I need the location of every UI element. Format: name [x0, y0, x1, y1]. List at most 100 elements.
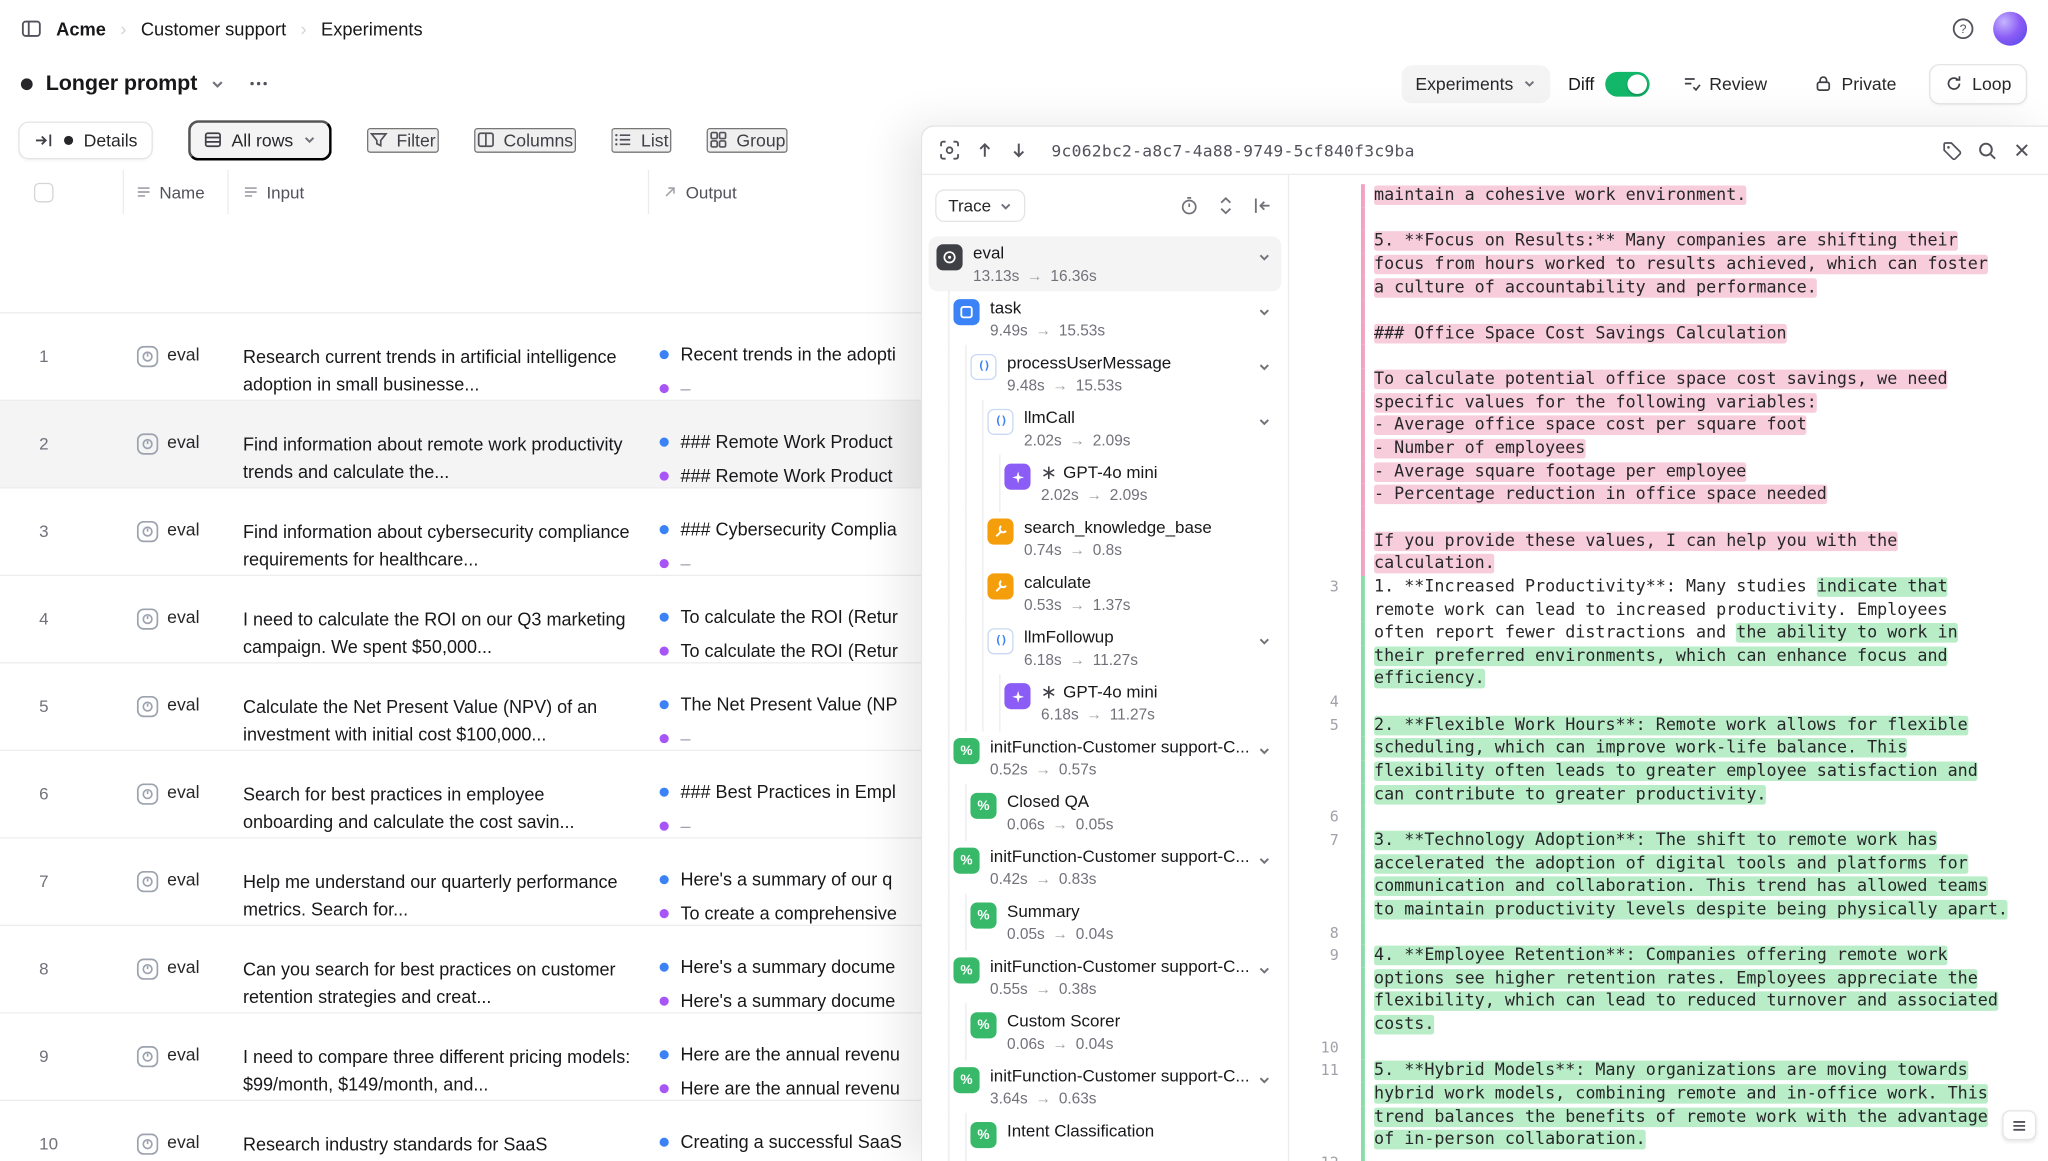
trace-row[interactable]: GPT-4o mini6.18s→11.27s: [929, 675, 1282, 730]
diff-segment: calculation.: [1374, 554, 1495, 574]
diff-line-number: [1289, 299, 1346, 322]
search-icon[interactable]: [1977, 140, 1997, 160]
collapse-tree-icon[interactable]: [1253, 196, 1273, 216]
loop-button[interactable]: Loop: [1929, 63, 2027, 103]
focus-trace-icon[interactable]: [939, 140, 960, 161]
diff-text: can contribute to greater productivity.: [1374, 783, 1766, 806]
previous-row-icon[interactable]: [976, 141, 994, 159]
details-button[interactable]: Details: [18, 121, 153, 159]
trace-row[interactable]: %Summary0.05s→0.04s: [929, 895, 1282, 950]
diff-change-bar: [1361, 507, 1365, 530]
breadcrumb-item-project[interactable]: Customer support: [141, 18, 286, 39]
review-label: Review: [1709, 74, 1767, 94]
view-select[interactable]: Experiments: [1401, 65, 1550, 103]
trace-row[interactable]: ()llmFollowup6.18s→11.27s: [929, 620, 1282, 675]
trace-row[interactable]: calculate0.53s→1.37s: [929, 566, 1282, 621]
trace-row[interactable]: ()llmCall2.02s→2.09s: [929, 401, 1282, 456]
input-column-header[interactable]: Input: [229, 170, 650, 214]
all-rows-select[interactable]: All rows: [188, 120, 331, 160]
tag-icon[interactable]: [1942, 140, 1962, 160]
trace-row[interactable]: %Closed QA0.06s→0.05s: [929, 785, 1282, 840]
breadcrumb-item-workspace[interactable]: Acme: [56, 18, 106, 39]
tree-indent-guide: [953, 572, 970, 614]
trace-row[interactable]: %initFunction-Customer support-C...0.42s…: [929, 840, 1282, 895]
columns-button[interactable]: Columns: [474, 127, 576, 152]
next-row-icon[interactable]: [1010, 141, 1028, 159]
filter-button[interactable]: Filter: [366, 127, 438, 152]
name-column-header[interactable]: Name: [124, 170, 228, 214]
diff-line-number: [1289, 760, 1346, 783]
diff-line: 31. **Increased Productivity**: Many stu…: [1289, 576, 2048, 599]
trace-view-select[interactable]: Trace: [935, 189, 1025, 222]
trace-row[interactable]: %Custom Scorer0.06s→0.04s: [929, 1004, 1282, 1059]
trace-span-name: search_knowledge_base: [1024, 517, 1212, 537]
diff-line: 115. **Hybrid Models**: Many organizatio…: [1289, 1060, 2048, 1083]
duration-arrow: →: [1036, 760, 1051, 778]
diff-change-bar: [1361, 299, 1365, 322]
breadcrumb-item-section[interactable]: Experiments: [321, 18, 423, 39]
chevron-down-icon[interactable]: [1258, 411, 1271, 435]
row-name-cell: eval: [124, 926, 228, 1012]
diff-text: 2. **Flexible Work Hours**: Remote work …: [1374, 714, 1968, 737]
trace-row[interactable]: ()processUserMessage9.48s→15.53s: [929, 346, 1282, 401]
tree-indent-guide: [936, 901, 953, 943]
diff-line-number: [1289, 875, 1346, 898]
chevron-down-icon[interactable]: [1258, 960, 1271, 984]
row-name: eval: [167, 1045, 199, 1065]
help-icon[interactable]: ?: [1951, 17, 1975, 41]
avatar[interactable]: [1993, 12, 2027, 46]
experiment-title[interactable]: Longer prompt: [46, 71, 198, 96]
tree-indent-guide: [936, 737, 953, 779]
trace-row[interactable]: task9.49s→15.53s: [929, 291, 1282, 346]
select-all-checkbox[interactable]: [34, 182, 54, 202]
diff-line: - Average office space cost per square f…: [1289, 415, 2048, 438]
duration-comparison: 0.38s: [1059, 980, 1097, 998]
private-button[interactable]: Private: [1800, 65, 1911, 103]
trace-id[interactable]: 9c062bc2-a8c7-4a88-9749-5cf840f3c9ba: [1051, 140, 1926, 160]
duration-arrow: →: [1053, 925, 1068, 943]
trace-span-name: Intent Classification: [1007, 1121, 1154, 1141]
diff-segment: To calculate potential office space cost…: [1374, 370, 1948, 390]
row-number-cell: 7: [0, 839, 124, 925]
trace-row[interactable]: %initFunction-Customer support-C...0.52s…: [929, 730, 1282, 785]
chevron-down-icon[interactable]: [1258, 247, 1271, 271]
chevron-down-icon[interactable]: [1258, 302, 1271, 326]
chevron-down-icon[interactable]: [1258, 850, 1271, 874]
diff-segment: trend balances the benefits of remote wo…: [1374, 1107, 1988, 1127]
review-button[interactable]: Review: [1667, 65, 1781, 103]
duration-current: 0.52s: [990, 760, 1028, 778]
timing-icon[interactable]: [1179, 196, 1199, 216]
chevron-down-icon[interactable]: [1258, 631, 1271, 655]
chevron-down-icon[interactable]: [1258, 741, 1271, 765]
experiment-dot: [660, 438, 669, 447]
trace-row[interactable]: eval13.13s→16.36s: [929, 236, 1282, 291]
trace-row[interactable]: %initFunction-Customer support-C...0.55s…: [929, 950, 1282, 1005]
chevron-down-icon[interactable]: [210, 76, 224, 90]
diff-toggle[interactable]: [1605, 71, 1649, 96]
diff-segment: If you provide these values, I can help …: [1374, 531, 1897, 551]
trace-span-durations: 9.48s→15.53s: [1007, 376, 1250, 394]
trace-span-durations: 6.18s→11.27s: [1024, 650, 1250, 668]
experiment-dot: [660, 525, 669, 534]
close-panel-icon[interactable]: [2013, 141, 2031, 159]
trace-row[interactable]: %Intent Classification: [929, 1114, 1282, 1161]
list-button[interactable]: List: [611, 127, 671, 152]
trace-row[interactable]: %initFunction-Customer support-C...3.64s…: [929, 1059, 1282, 1114]
diff-change-bar: [1361, 1129, 1365, 1152]
duration-arrow: →: [1070, 431, 1085, 449]
chevron-down-icon[interactable]: [1258, 357, 1271, 381]
raw-view-button[interactable]: [2002, 1110, 2036, 1140]
chevron-down-icon[interactable]: [1258, 1070, 1271, 1094]
more-options-icon[interactable]: [248, 73, 269, 94]
duration-current: 2.02s: [1041, 486, 1079, 504]
tree-indent-guide: [953, 408, 970, 450]
diff-line-number: [1289, 968, 1346, 991]
group-button[interactable]: Group: [706, 127, 788, 152]
diff-text: hybrid work models, combining remote and…: [1374, 1083, 1988, 1106]
duration-comparison: 1.37s: [1093, 596, 1131, 614]
trace-row[interactable]: search_knowledge_base0.74s→0.8s: [929, 511, 1282, 566]
sidebar-toggle-icon[interactable]: [21, 18, 42, 39]
trace-row[interactable]: GPT-4o mini2.02s→2.09s: [929, 456, 1282, 511]
output-text: Here are the annual revenu: [680, 1044, 899, 1066]
expand-all-icon[interactable]: [1216, 196, 1236, 216]
